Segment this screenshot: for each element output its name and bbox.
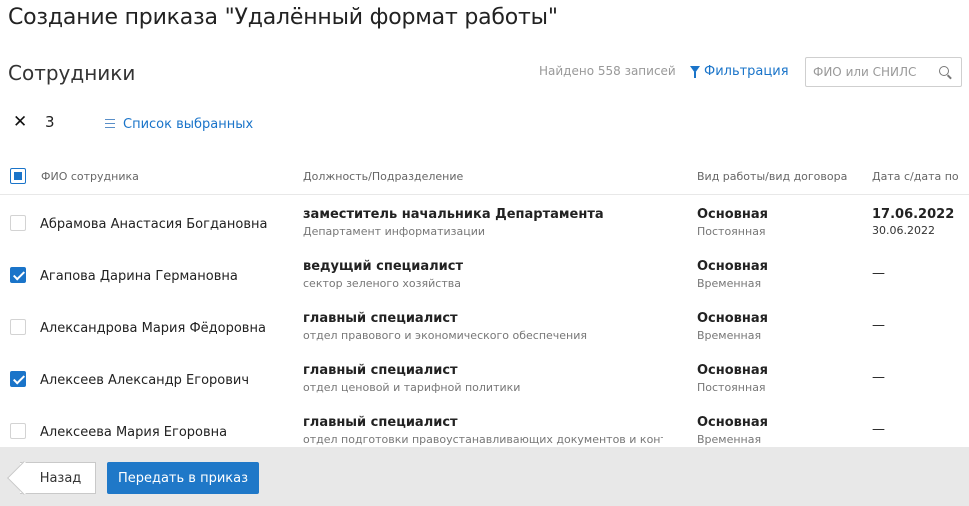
header-work-type[interactable]: Вид работы/вид договора xyxy=(697,170,847,183)
row-checkbox[interactable] xyxy=(10,371,26,387)
found-count: Найдено 558 записей xyxy=(539,64,676,78)
date-empty: — xyxy=(872,370,885,385)
row-checkbox[interactable] xyxy=(10,267,26,283)
position-title: главный специалист xyxy=(303,311,458,326)
employee-name: Абрамова Анастасия Богдановна xyxy=(40,217,268,232)
search-icon[interactable] xyxy=(939,66,949,76)
work-type: Основная xyxy=(697,415,768,430)
date-empty: — xyxy=(872,318,885,333)
table-row[interactable]: Абрамова Анастасия Богдановна заместитель… xyxy=(0,196,969,248)
contract-type: Временная xyxy=(697,433,762,446)
header-dates[interactable]: Дата с/дата по xyxy=(872,170,959,183)
work-type: Основная xyxy=(697,207,768,222)
header-position[interactable]: Должность/Подразделение xyxy=(303,170,463,183)
department-name: отдел правового и экономического обеспеч… xyxy=(303,329,588,342)
date-from: 17.06.2022 xyxy=(872,207,955,222)
filter-link[interactable]: Фильтрация xyxy=(690,64,789,79)
row-checkbox[interactable] xyxy=(10,215,26,231)
contract-type: Постоянная xyxy=(697,381,766,394)
employee-name: Александрова Мария Фёдоровна xyxy=(40,321,266,336)
work-type: Основная xyxy=(697,363,768,378)
footer-bar: Назад Передать в приказ xyxy=(0,447,969,506)
funnel-icon xyxy=(690,66,700,78)
filter-label: Фильтрация xyxy=(704,64,789,79)
row-checkbox[interactable] xyxy=(10,423,26,439)
contract-type: Временная xyxy=(697,277,762,290)
section-title: Сотрудники xyxy=(8,61,136,85)
position-title: заместитель начальника Департамента xyxy=(303,207,604,222)
position-title: главный специалист xyxy=(303,363,458,378)
position-title: ведущий специалист xyxy=(303,259,464,274)
search-input[interactable] xyxy=(806,58,931,86)
date-empty: — xyxy=(872,266,885,281)
table-row[interactable]: Алексеев Александр Егорович главный специ… xyxy=(0,352,969,404)
page-title: Создание приказа "Удалённый формат работ… xyxy=(8,5,558,30)
selected-list-link[interactable]: Список выбранных xyxy=(105,117,253,132)
selected-list-label: Список выбранных xyxy=(123,117,254,132)
work-type: Основная xyxy=(697,311,768,326)
work-type: Основная xyxy=(697,259,768,274)
back-button-label: Назад xyxy=(39,470,82,486)
select-all-checkbox[interactable] xyxy=(10,168,26,184)
date-empty: — xyxy=(872,422,885,437)
clear-selection-icon[interactable]: ✕ xyxy=(13,114,27,131)
position-title: главный специалист xyxy=(303,415,458,430)
row-checkbox[interactable] xyxy=(10,319,26,335)
header-name[interactable]: ФИО сотрудника xyxy=(41,170,139,183)
table-row[interactable]: Агапова Дарина Германовна ведущий специал… xyxy=(0,248,969,300)
department-name: отдел ценовой и тарифной политики xyxy=(303,381,521,394)
department-name: отдел подготовки правоустанавливающих до… xyxy=(303,433,663,446)
department-name: Департамент информатизации xyxy=(303,225,486,238)
table-row[interactable]: Александрова Мария Фёдоровна главный спец… xyxy=(0,300,969,352)
employee-name: Алексеева Мария Егоровна xyxy=(40,425,228,440)
table-header: ФИО сотрудника Должность/Подразделение В… xyxy=(0,160,969,195)
contract-type: Временная xyxy=(697,329,762,342)
date-to: 30.06.2022 xyxy=(872,224,935,237)
back-button[interactable]: Назад xyxy=(20,462,96,494)
submit-to-order-button[interactable]: Передать в приказ xyxy=(107,462,259,494)
list-icon xyxy=(105,119,115,128)
contract-type: Постоянная xyxy=(697,225,766,238)
search-box xyxy=(805,57,962,87)
employee-name: Агапова Дарина Германовна xyxy=(40,269,238,284)
department-name: сектор зеленого хозяйства xyxy=(303,277,461,290)
selected-count: 3 xyxy=(45,113,55,131)
employee-name: Алексеев Александр Егорович xyxy=(40,373,250,388)
